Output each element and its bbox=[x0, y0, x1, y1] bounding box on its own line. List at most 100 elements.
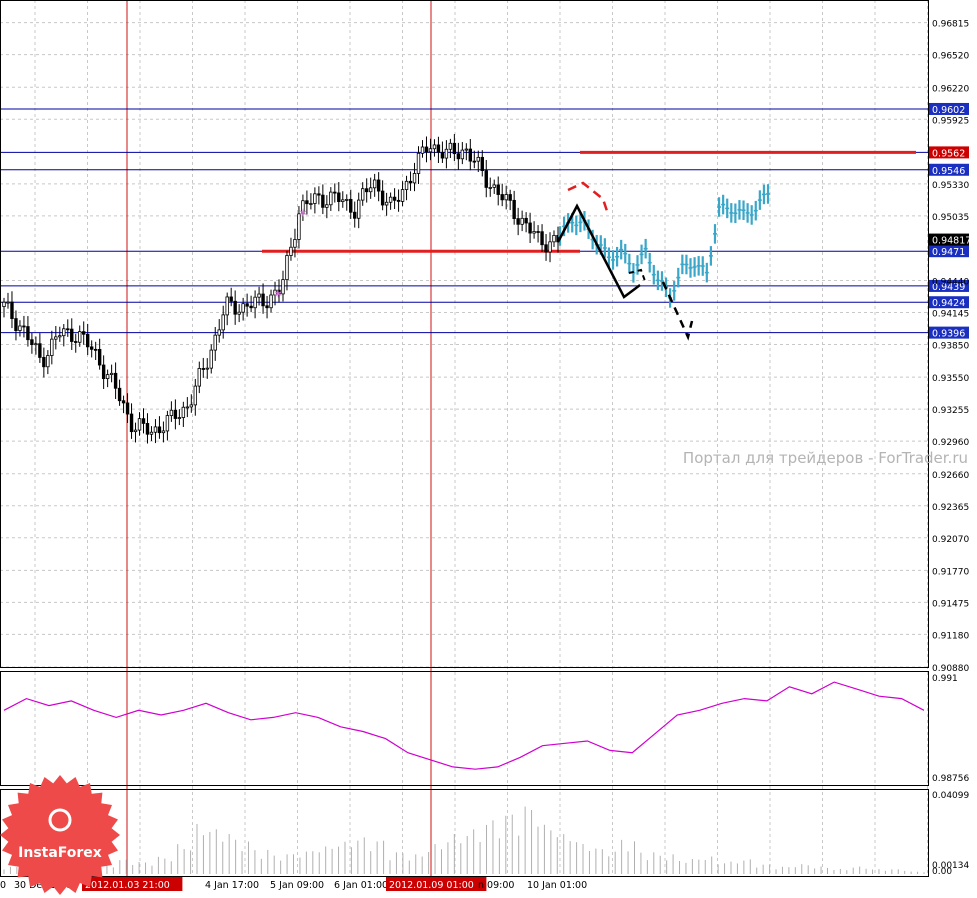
candle-body bbox=[428, 148, 433, 153]
candle-body bbox=[34, 343, 38, 346]
candle-body bbox=[289, 246, 293, 256]
candle-body bbox=[500, 194, 504, 201]
candle-body bbox=[217, 329, 221, 336]
candle-body bbox=[145, 423, 150, 435]
candle-body bbox=[552, 235, 556, 243]
candle-body bbox=[30, 339, 34, 345]
candle-body bbox=[309, 203, 313, 205]
time-label: 5 Jan 09:00 bbox=[270, 880, 324, 891]
watermark-text: Портал для трейдеров - ForTrader.ru bbox=[683, 449, 968, 467]
candle-body bbox=[404, 180, 409, 190]
price-tick-label: 0.95330 bbox=[932, 181, 969, 191]
candle-body bbox=[480, 156, 484, 171]
candle-body bbox=[265, 305, 269, 309]
time-label: 0 bbox=[0, 880, 6, 891]
candle-body bbox=[205, 367, 209, 370]
candle-body bbox=[141, 418, 146, 424]
candle-body bbox=[532, 231, 536, 234]
candle-body bbox=[133, 429, 138, 433]
candle-body bbox=[484, 170, 488, 188]
candle-body bbox=[18, 325, 22, 331]
candle-body bbox=[436, 144, 441, 153]
candle-body bbox=[424, 146, 429, 153]
candle-body bbox=[6, 301, 10, 304]
candle-body bbox=[213, 334, 217, 351]
candle-body bbox=[540, 231, 544, 246]
candle-body bbox=[408, 180, 413, 184]
oscillator-tick-label: 0.98756 bbox=[932, 774, 969, 784]
candle-body bbox=[70, 328, 74, 342]
signal-star-icon: ✶ bbox=[273, 287, 283, 301]
candle-body bbox=[173, 409, 178, 419]
candle-body bbox=[432, 144, 437, 150]
price-tick-label: 0.91475 bbox=[932, 599, 969, 609]
candle-body bbox=[293, 239, 297, 248]
candle-body bbox=[357, 199, 361, 219]
candle-body bbox=[400, 189, 405, 202]
price-tick-label: 0.96520 bbox=[932, 52, 969, 62]
price-tick-label: 0.92070 bbox=[932, 535, 969, 545]
price-tick-label: 0.93255 bbox=[932, 406, 969, 416]
candle-body bbox=[117, 387, 122, 402]
price-tick-label: 0.93850 bbox=[932, 342, 969, 352]
candle-body bbox=[249, 305, 253, 309]
level-label: 0.9396 bbox=[932, 329, 965, 340]
candle-body bbox=[101, 364, 106, 379]
candle-body bbox=[97, 349, 102, 366]
level-label: 0.9602 bbox=[932, 105, 965, 116]
candle-body bbox=[89, 346, 94, 350]
candle-body bbox=[516, 218, 520, 225]
candle-body bbox=[66, 328, 70, 331]
candle-body bbox=[229, 296, 233, 302]
candle-body bbox=[456, 153, 461, 160]
candle-body bbox=[325, 204, 329, 208]
candle-body bbox=[85, 333, 90, 348]
price-tick-label: 0.94440 bbox=[932, 278, 969, 288]
candle-body bbox=[492, 184, 496, 188]
candle-body bbox=[225, 296, 229, 316]
price-tick-label: 0.91770 bbox=[932, 567, 969, 577]
time-label: 6 Jan 01:00 bbox=[334, 880, 388, 891]
candle-body bbox=[125, 402, 130, 415]
candle-body bbox=[341, 199, 345, 202]
candle-body bbox=[528, 222, 532, 234]
price-tick-label: 0.92660 bbox=[932, 471, 969, 481]
candle-body bbox=[476, 156, 480, 162]
candle-body bbox=[221, 314, 225, 331]
price-tick-label: 0.92960 bbox=[932, 438, 969, 448]
candle-body bbox=[42, 357, 46, 368]
candle-body bbox=[197, 368, 201, 387]
candle-body bbox=[496, 184, 500, 195]
candle-body bbox=[269, 294, 273, 309]
logo-badge-shape bbox=[0, 775, 120, 895]
candle-body bbox=[472, 160, 477, 163]
candle-body bbox=[58, 335, 62, 338]
candle-body bbox=[305, 200, 309, 205]
candle-body bbox=[361, 188, 365, 201]
candle-body bbox=[193, 385, 198, 406]
price-tick-label: 0.90880 bbox=[932, 664, 969, 674]
candle-body bbox=[10, 301, 14, 319]
candle-body bbox=[468, 148, 473, 162]
time-label: 2012.01.09 01:00 bbox=[389, 880, 474, 891]
candle-body bbox=[129, 413, 134, 433]
candle-body bbox=[504, 194, 508, 201]
candle-body bbox=[285, 255, 289, 281]
candle-body bbox=[169, 409, 174, 416]
candle-body bbox=[26, 326, 30, 341]
candle-body bbox=[544, 244, 548, 253]
candle-body bbox=[46, 355, 50, 368]
candle-body bbox=[368, 187, 373, 193]
candle-body bbox=[93, 348, 98, 351]
candle-body bbox=[38, 343, 42, 358]
candle-body bbox=[396, 199, 401, 202]
candle-body bbox=[444, 148, 449, 159]
candle-body bbox=[233, 300, 237, 315]
forex-chart-canvas[interactable]: 0.96020.95620.95460.94710.94390.94240.93… bbox=[0, 0, 977, 898]
candle-body bbox=[22, 325, 26, 328]
candle-body bbox=[440, 151, 445, 159]
time-label: 2012.01.03 21:00 bbox=[85, 880, 170, 891]
candle-body bbox=[209, 349, 213, 369]
price-tick-label: 0.92365 bbox=[932, 503, 969, 513]
candle-body bbox=[420, 146, 425, 154]
